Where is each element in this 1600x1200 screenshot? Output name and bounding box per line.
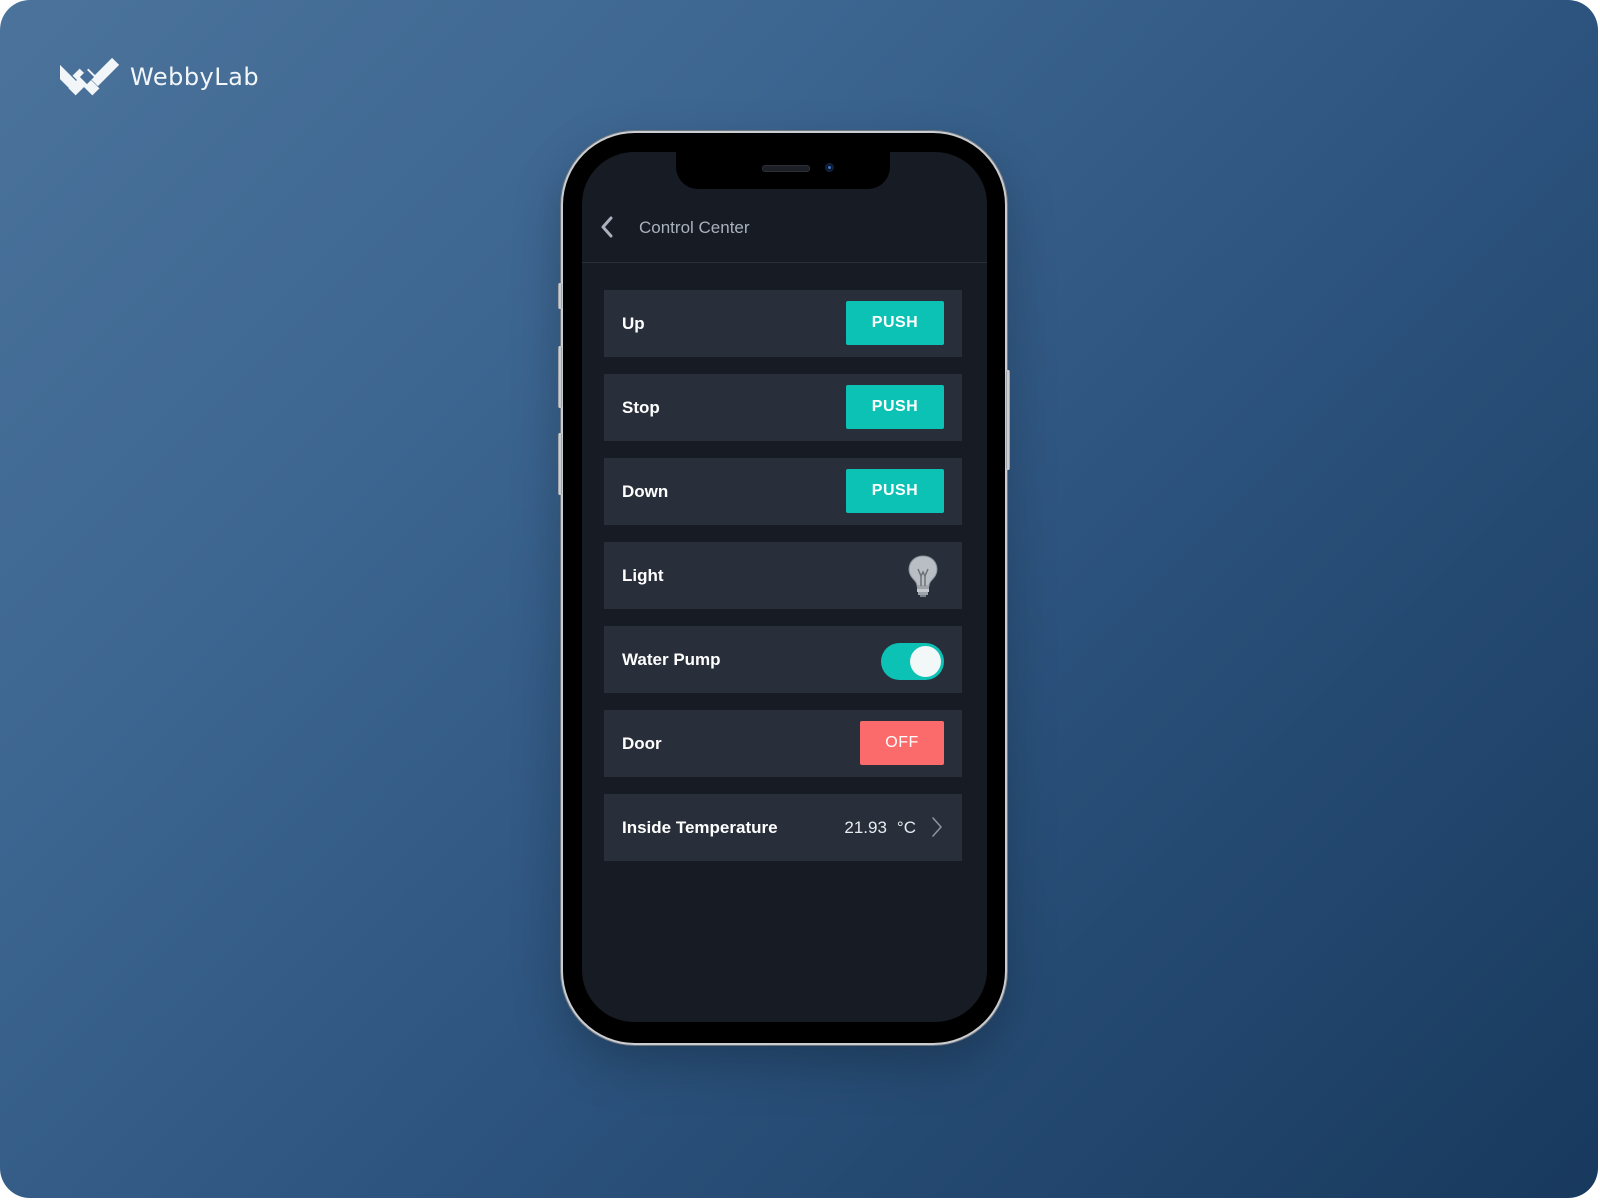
up-push-button[interactable]: PUSH (846, 301, 944, 345)
temperature-readout: 21.93 °C (844, 794, 916, 861)
down-push-button[interactable]: PUSH (846, 469, 944, 513)
webbylab-logo-icon (60, 58, 122, 96)
volume-up-button (558, 346, 562, 408)
volume-down-button (558, 433, 562, 495)
app-header: Control Center (582, 204, 987, 263)
power-button (1006, 370, 1010, 470)
temperature-value: 21.93 (844, 817, 887, 837)
control-row-light: Light (604, 542, 962, 609)
front-camera-icon (825, 163, 834, 172)
door-off-button[interactable]: OFF (860, 721, 944, 765)
brand-name: WebbyLab (130, 63, 260, 91)
temperature-unit: °C (896, 817, 916, 837)
water-pump-toggle[interactable] (881, 643, 944, 680)
page-title: Control Center (639, 218, 750, 237)
lightbulb-icon[interactable] (906, 554, 940, 598)
control-label: Light (622, 565, 664, 585)
control-list: Up PUSH Stop PUSH Down PUSH Light Water … (604, 290, 962, 878)
control-row-door: Door OFF (604, 710, 962, 777)
chevron-left-icon (600, 216, 614, 243)
phone-mockup: Control Center Up PUSH Stop PUSH Down PU… (558, 133, 1010, 1043)
notch (676, 152, 890, 189)
background-card: WebbyLab Control Center Up PUSH Stop PUS… (0, 0, 1598, 1198)
back-button[interactable] (592, 214, 622, 244)
control-row-up: Up PUSH (604, 290, 962, 357)
speaker-grille (762, 165, 810, 172)
phone-screen: Control Center Up PUSH Stop PUSH Down PU… (582, 152, 987, 1022)
control-row-stop: Stop PUSH (604, 374, 962, 441)
control-row-water-pump: Water Pump (604, 626, 962, 693)
brand-logo: WebbyLab (60, 58, 259, 96)
control-row-down: Down PUSH (604, 458, 962, 525)
silent-switch (558, 283, 562, 309)
chevron-right-icon[interactable] (930, 816, 944, 838)
toggle-knob (910, 646, 941, 677)
stop-push-button[interactable]: PUSH (846, 385, 944, 429)
control-row-inside-temperature[interactable]: Inside Temperature 21.93 °C (604, 794, 962, 861)
